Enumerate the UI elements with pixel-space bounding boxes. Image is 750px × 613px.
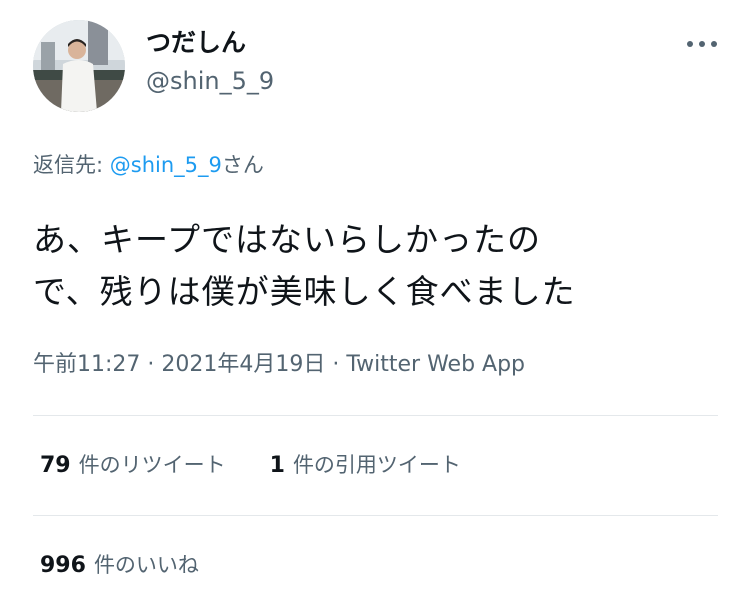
tweet-detail: つだしん @shin_5_9 返信先: @shin_5_9さん あ、キープではな… [0, 0, 750, 613]
avatar-image [33, 20, 125, 112]
meta-separator: · [325, 352, 347, 377]
tweet-time[interactable]: 午前11:27 [33, 352, 140, 377]
quote-tweets-count: 1 [269, 453, 285, 478]
reply-to-prefix: 返信先: [33, 153, 110, 177]
likes-label: 件のいいね [93, 553, 199, 577]
more-dots-icon [687, 41, 717, 47]
likes-stats-row: 996 件のいいね [40, 549, 199, 579]
likes-stat[interactable]: 996 件のいいね [40, 549, 199, 579]
avatar[interactable] [33, 20, 125, 112]
divider [33, 515, 718, 516]
quote-tweets-label: 件の引用ツイート [292, 453, 461, 477]
tweet-text-line: あ、キープではないらしかったの [33, 220, 542, 259]
retweets-stat[interactable]: 79 件のリツイート [40, 449, 226, 479]
retweets-label: 件のリツイート [78, 453, 226, 477]
tweet-text: あ、キープではないらしかったの で、残りは僕が美味しく食べました [33, 214, 713, 318]
reply-to-suffix: さん [221, 153, 264, 177]
author-display-name[interactable]: つだしん [146, 28, 246, 58]
quote-tweets-stat[interactable]: 1 件の引用ツイート [270, 449, 461, 479]
tweet-meta: 午前11:27 · 2021年4月19日 · Twitter Web App [33, 350, 525, 380]
author-handle[interactable]: @shin_5_9 [146, 66, 274, 96]
tweet-date[interactable]: 2021年4月19日 [161, 352, 325, 377]
tweet-source[interactable]: Twitter Web App [346, 352, 525, 377]
tweet-text-line: で、残りは僕が美味しく食べました [33, 272, 576, 311]
retweets-count: 79 [40, 453, 71, 478]
reply-to-line: 返信先: @shin_5_9さん [33, 150, 264, 180]
meta-separator: · [140, 352, 162, 377]
reply-to-mention[interactable]: @shin_5_9 [110, 153, 222, 177]
likes-count: 996 [40, 553, 86, 578]
more-options-button[interactable] [680, 30, 724, 58]
engagement-stats-row: 79 件のリツイート 1 件の引用ツイート [40, 449, 461, 479]
divider [33, 415, 718, 416]
